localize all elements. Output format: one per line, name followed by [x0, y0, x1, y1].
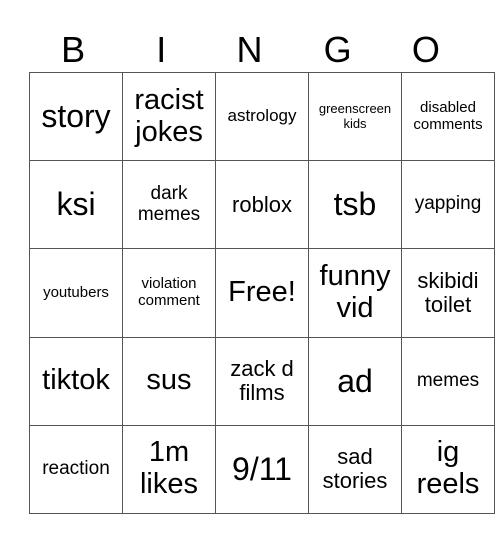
bingo-cell[interactable]: tiktok: [29, 336, 123, 426]
header-letter-o: O: [411, 29, 440, 70]
free-space-cell[interactable]: Free!: [215, 248, 309, 338]
header-letter-b: B: [61, 29, 86, 70]
header-letter-n: N: [236, 29, 263, 70]
grid-row: story racist jokes astrology greenscreen…: [29, 71, 495, 162]
bingo-header: B I N G O: [29, 30, 470, 70]
grid-row: reaction 1m likes 9/11 sad stories ig re…: [29, 424, 495, 515]
bingo-cell[interactable]: ad: [308, 336, 402, 426]
bingo-cell[interactable]: reaction: [29, 424, 123, 515]
bingo-cell[interactable]: tsb: [308, 160, 402, 250]
bingo-cell[interactable]: violation comment: [122, 248, 216, 338]
header-letter-i: I: [156, 29, 167, 70]
bingo-cell[interactable]: astrology: [215, 71, 309, 162]
bingo-cell[interactable]: roblox: [215, 160, 309, 250]
bingo-cell[interactable]: racist jokes: [122, 71, 216, 162]
bingo-cell[interactable]: dark memes: [122, 160, 216, 250]
bingo-cell[interactable]: disabled comments: [401, 71, 495, 162]
bingo-cell[interactable]: youtubers: [29, 248, 123, 338]
bingo-cell[interactable]: sad stories: [308, 424, 402, 515]
bingo-cell[interactable]: memes: [401, 336, 495, 426]
bingo-cell[interactable]: ig reels: [401, 424, 495, 515]
bingo-grid: story racist jokes astrology greenscreen…: [29, 71, 495, 515]
bingo-cell[interactable]: 1m likes: [122, 424, 216, 515]
header-letter-g: G: [323, 29, 352, 70]
bingo-cell[interactable]: 9/11: [215, 424, 309, 515]
bingo-cell[interactable]: sus: [122, 336, 216, 426]
bingo-cell[interactable]: greenscreen kids: [308, 71, 402, 162]
bingo-cell[interactable]: skibidi toilet: [401, 248, 495, 338]
bingo-cell[interactable]: story: [29, 71, 123, 162]
grid-row: ksi dark memes roblox tsb yapping: [29, 160, 495, 250]
bingo-cell[interactable]: zack d films: [215, 336, 309, 426]
bingo-cell[interactable]: ksi: [29, 160, 123, 250]
bingo-cell[interactable]: yapping: [401, 160, 495, 250]
grid-row: youtubers violation comment Free! funny …: [29, 248, 495, 338]
bingo-cell[interactable]: funny vid: [308, 248, 402, 338]
grid-row: tiktok sus zack d films ad memes: [29, 336, 495, 426]
